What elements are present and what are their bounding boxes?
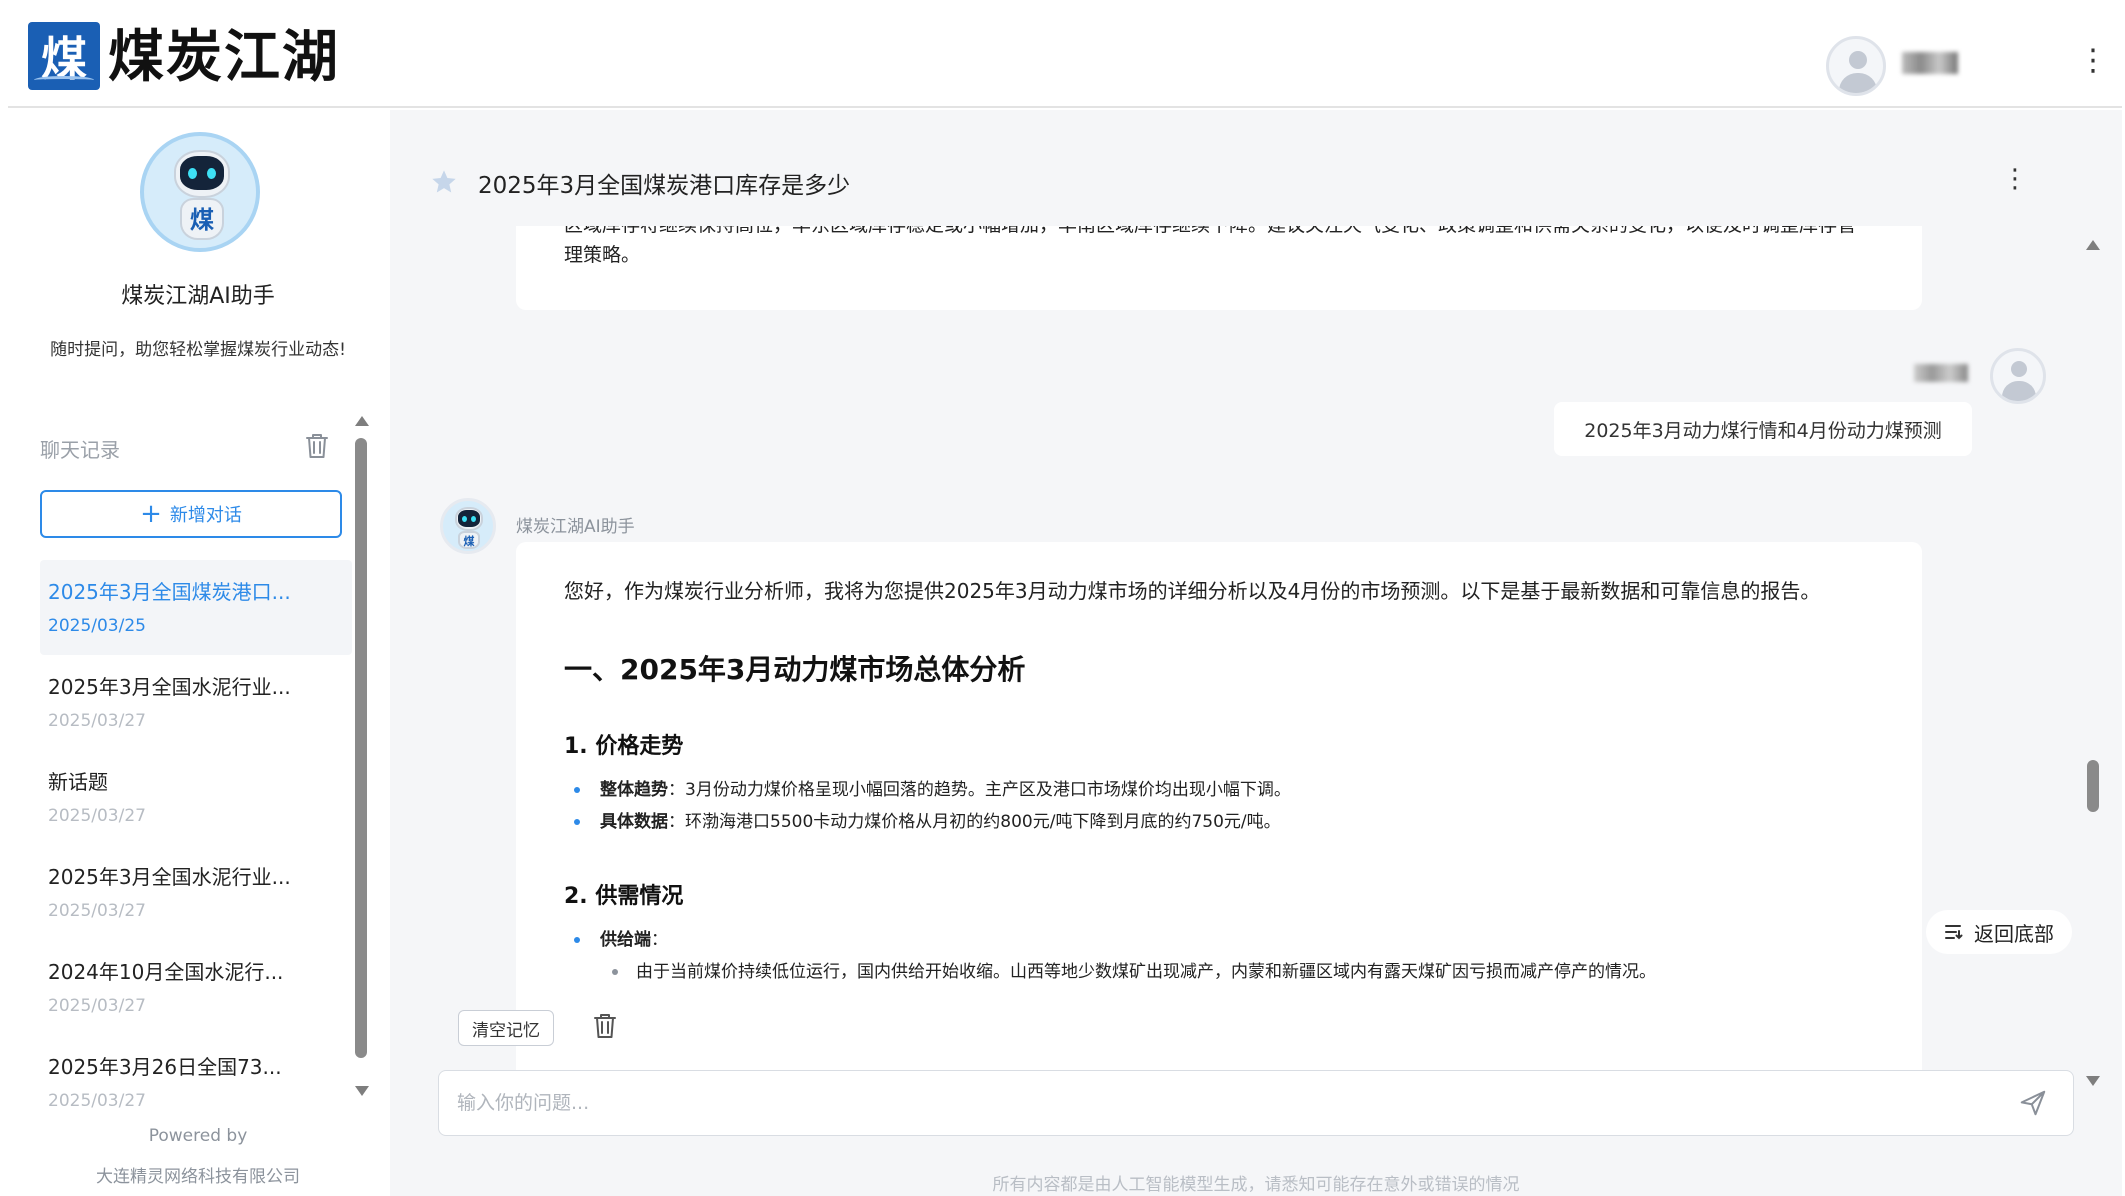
history-item-date: 2025/03/25 (48, 616, 146, 636)
list-item: 供给端： (564, 924, 1874, 956)
answer-intro: 您好，作为煤炭行业分析师，我将为您提供2025年3月动力煤市场的详细分析以及4月… (564, 579, 1821, 603)
chat-scrollbar[interactable] (2084, 240, 2102, 1090)
user-avatar-icon (1990, 348, 2046, 404)
assistant-name-label: 煤炭江湖AI助手 (516, 517, 635, 537)
answer-list: 供给端： (564, 924, 1874, 956)
history-item-date: 2025/03/27 (48, 711, 146, 731)
scrollbar-thumb[interactable] (355, 438, 367, 1058)
brand-name[interactable]: 煤炭江湖 (108, 24, 340, 92)
assistant-robot-icon: 煤 (140, 132, 260, 252)
more-vertical-icon[interactable]: ⋮ (2078, 46, 2108, 76)
answer-list: 整体趋势：3月份动力煤价格呈现小幅回落的趋势。主产区及港口市场煤价均出现小幅下调… (564, 774, 1874, 838)
history-item-title: 2025年3月全国水泥行业... (48, 865, 291, 889)
history-item-date: 2025/03/27 (48, 1091, 146, 1111)
history-item[interactable]: 2025年3月全国水泥行业... 2025/03/27 (40, 845, 352, 940)
conversation-title: 2025年3月全国煤炭港口库存是多少 (478, 173, 851, 199)
chat-main: 2025年3月全国煤炭港口库存是多少 ⋮ 区域库存将继续保持高位，华东区域库存稳… (390, 110, 2122, 1196)
trash-icon[interactable] (592, 1012, 618, 1044)
history-item-title: 新话题 (48, 770, 108, 794)
history-item[interactable]: 新话题 2025/03/27 (40, 750, 352, 845)
company-name: 大连精灵网络科技有限公司 (96, 1167, 300, 1187)
clear-memory-button[interactable]: 清空记忆 (458, 1010, 554, 1046)
scroll-down-arrow-icon[interactable] (2086, 1076, 2100, 1086)
assistant-description: 随时提问，助您轻松掌握煤炭行业动态! (50, 340, 346, 360)
logo-icon[interactable]: 煤 (28, 22, 100, 90)
scroll-down-arrow-icon[interactable] (355, 1086, 369, 1096)
new-chat-label: 新增对话 (169, 505, 242, 526)
header-username[interactable]: **** (1902, 52, 1958, 74)
answer-section-title: 2. 供需情况 (564, 884, 684, 909)
history-item[interactable]: 2025年3月全国煤炭港口... 2025/03/25 (40, 560, 352, 655)
scrollbar-thumb[interactable] (2087, 760, 2099, 812)
assistant-message-text: 区域库存将继续保持高位，华东区域库存稳定或小幅增加，华南区域库存继续下降。建议关… (564, 226, 1856, 266)
list-item: 具体数据：环渤海港口5500卡动力煤价格从月初的约800元/吨下降到月底的约75… (564, 806, 1874, 838)
plus-icon: + (140, 499, 162, 529)
more-vertical-icon[interactable]: ⋮ (2002, 164, 2028, 194)
new-chat-button[interactable]: + 新增对话 (40, 490, 342, 538)
assistant-message: 区域库存将继续保持高位，华东区域库存稳定或小幅增加，华南区域库存继续下降。建议关… (516, 226, 1922, 310)
history-item-title: 2025年3月全国煤炭港口... (48, 580, 291, 604)
sidebar: 煤 煤炭江湖AI助手 随时提问，助您轻松掌握煤炭行业动态! 聊天记录 + 新增对… (8, 110, 388, 1196)
answer-section-title: 1. 价格走势 (564, 734, 684, 759)
history-item-date: 2025/03/27 (48, 901, 146, 921)
history-item-title: 2024年10月全国水泥行... (48, 960, 284, 984)
answer-heading: 一、2025年3月动力煤市场总体分析 (564, 653, 1026, 686)
user-message: 2025年3月动力煤行情和4月份动力煤预测 (1554, 402, 1972, 456)
star-icon[interactable] (430, 168, 458, 200)
send-icon[interactable] (2018, 1088, 2048, 1122)
history-item-title: 2025年3月26日全国73... (48, 1055, 282, 1079)
app-header: 煤 煤炭江湖 **** ⋮ (8, 0, 2122, 108)
powered-by-label: Powered by (148, 1126, 248, 1146)
trash-icon[interactable] (304, 432, 330, 464)
back-to-bottom-label: 返回底部 (1974, 921, 2054, 946)
history-item[interactable]: 2025年3月全国水泥行业... 2025/03/27 (40, 655, 352, 750)
scroll-up-arrow-icon[interactable] (355, 416, 369, 426)
message-list[interactable]: 区域库存将继续保持高位，华东区域库存稳定或小幅增加，华南区域库存继续下降。建议关… (390, 226, 2080, 1086)
user-avatar-icon[interactable] (1826, 36, 1886, 96)
history-item-date: 2025/03/27 (48, 806, 146, 826)
list-item: 由于当前煤价持续低位运行，国内供给开始收缩。山西等地少数煤矿出现减产，内蒙和新疆… (564, 956, 1874, 988)
user-name: **** (1914, 364, 1968, 382)
back-to-bottom-button[interactable]: 返回底部 (1926, 910, 2072, 954)
chat-history-list: 2025年3月全国煤炭港口... 2025/03/25 2025年3月全国水泥行… (40, 560, 352, 1196)
answer-sublist: 由于当前煤价持续低位运行，国内供给开始收缩。山西等地少数煤矿出现减产，内蒙和新疆… (564, 956, 1874, 988)
history-item-date: 2025/03/27 (48, 996, 146, 1016)
assistant-message: 您好，作为煤炭行业分析师，我将为您提供2025年3月动力煤市场的详细分析以及4月… (516, 542, 1922, 1086)
ai-disclaimer: 所有内容都是由人工智能模型生成，请悉知可能存在意外或错误的情况 (992, 1175, 1520, 1195)
assistant-robot-icon: 煤 (440, 498, 496, 554)
history-item[interactable]: 2025年3月26日全国73... 2025/03/27 (40, 1035, 352, 1130)
list-down-icon (1945, 925, 1963, 940)
assistant-name: 煤炭江湖AI助手 (121, 284, 275, 309)
chat-history-label: 聊天记录 (40, 438, 120, 462)
question-input[interactable] (438, 1070, 2074, 1136)
history-item[interactable]: 2024年10月全国水泥行... 2025/03/27 (40, 940, 352, 1035)
sidebar-scrollbar[interactable] (352, 416, 370, 1096)
list-item: 整体趋势：3月份动力煤价格呈现小幅回落的趋势。主产区及港口市场煤价均出现小幅下调… (564, 774, 1874, 806)
scroll-up-arrow-icon[interactable] (2086, 240, 2100, 250)
history-item-title: 2025年3月全国水泥行业... (48, 675, 291, 699)
